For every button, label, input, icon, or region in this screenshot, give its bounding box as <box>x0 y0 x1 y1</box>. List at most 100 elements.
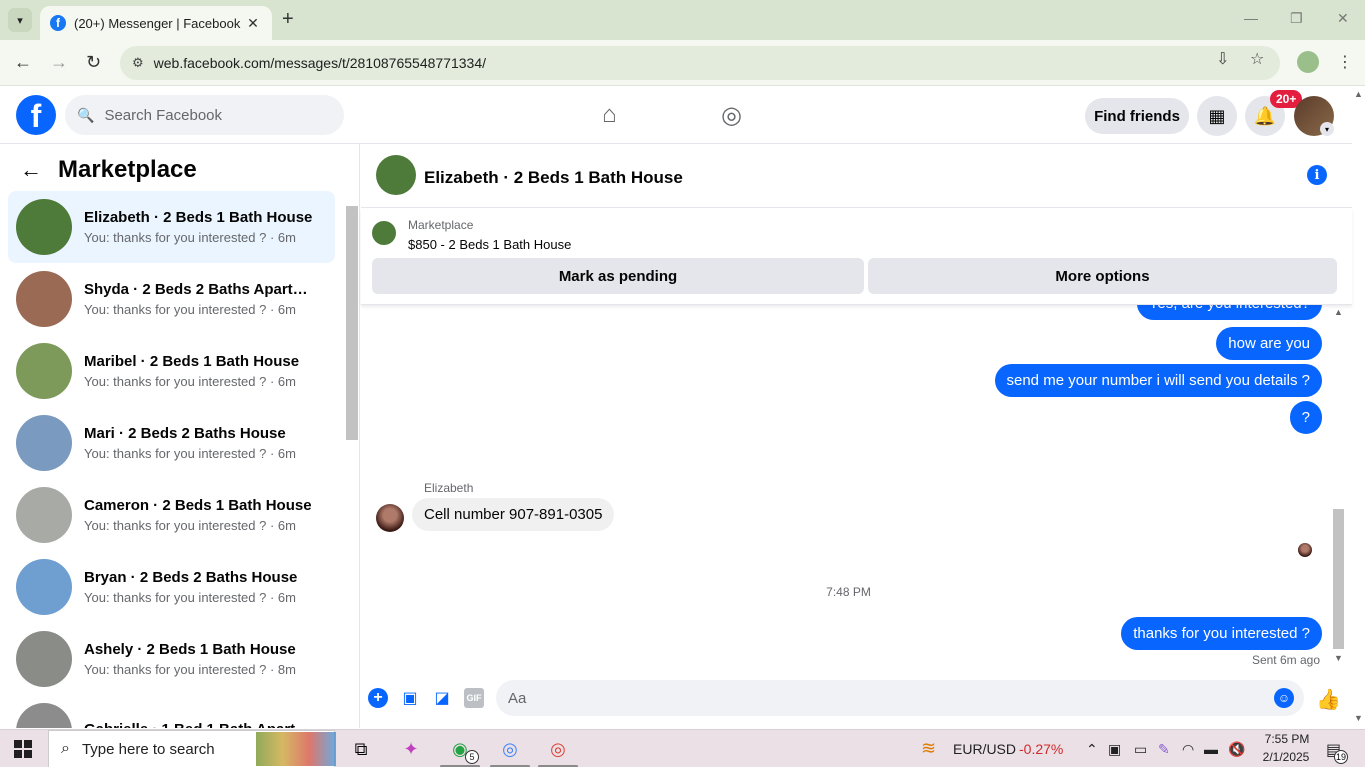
outgoing-message[interactable]: how are you <box>1216 327 1322 360</box>
scroll-down-arrow-icon[interactable]: ▼ <box>1334 653 1343 663</box>
groups-icon[interactable]: ◎ <box>721 101 742 130</box>
mark-as-pending-button[interactable]: Mark as pending <box>372 258 864 294</box>
clock-date[interactable]: 2/1/2025 <box>1258 750 1314 764</box>
page-scroll-down-icon[interactable]: ▼ <box>1354 713 1363 723</box>
listing-label: Marketplace <box>408 218 474 232</box>
browser-tab-active[interactable]: f (20+) Messenger | Facebook ✕ <box>40 6 272 40</box>
tab-list-button[interactable]: ▾ <box>8 8 32 32</box>
volume-muted-icon[interactable]: 🔇 <box>1228 741 1245 758</box>
outgoing-message[interactable]: thanks for you interested ? <box>1121 617 1322 650</box>
install-app-icon[interactable]: ⇩ <box>1216 49 1229 69</box>
incoming-message[interactable]: Cell number 907-891-0305 <box>412 498 615 531</box>
conversation-item[interactable]: Shyda · 2 Beds 2 Baths Apartme... You: th… <box>8 263 335 335</box>
copilot-icon[interactable]: ✦ <box>398 736 424 762</box>
close-window-button[interactable]: ✕ <box>1337 10 1349 27</box>
browser-tab-bar: ▾ f (20+) Messenger | Facebook ✕ + — ❐ ✕ <box>0 0 1365 40</box>
stocks-widget-icon[interactable]: ≋ <box>921 738 936 759</box>
fx-change[interactable]: -0.27% <box>1019 741 1063 757</box>
conversation-list: Elizabeth · 2 Beds 1 Bath House You: than… <box>8 191 335 728</box>
conversation-text: Maribel · 2 Beds 1 Bath House You: thanks… <box>84 353 319 389</box>
listing-price[interactable]: $850 - 2 Beds 1 Bath House <box>408 237 571 252</box>
forward-button[interactable]: → <box>50 52 68 73</box>
conversation-item[interactable]: Mari · 2 Beds 2 Baths House You: thanks f… <box>8 407 335 479</box>
restore-button[interactable]: ❐ <box>1290 10 1303 27</box>
battery-icon[interactable]: ▬ <box>1204 741 1218 757</box>
browser-menu-icon[interactable]: ⋮ <box>1337 52 1353 72</box>
emoji-icon[interactable]: ☺ <box>1274 688 1294 708</box>
taskbar-search-placeholder: Type here to search <box>81 740 215 758</box>
menu-grid-icon[interactable]: ▦ <box>1197 96 1237 136</box>
chat-title[interactable]: Elizabeth · 2 Beds 1 Bath House <box>424 168 683 188</box>
back-arrow-icon[interactable]: ← <box>20 157 42 183</box>
browser-profile-avatar[interactable] <box>1297 51 1319 73</box>
conversation-item[interactable]: Elizabeth · 2 Beds 1 Bath House You: than… <box>8 191 335 263</box>
show-hidden-icons-icon[interactable]: ⌃ <box>1086 741 1098 758</box>
listing-thumbnail[interactable] <box>376 155 416 195</box>
sidebar-scroll-thumb[interactable] <box>346 206 358 440</box>
chat-panel: Elizabeth · 2 Beds 1 Bath House i Market… <box>361 144 1352 728</box>
sidebar-scrollbar[interactable] <box>344 194 358 724</box>
back-button[interactable]: ← <box>14 52 32 73</box>
conversation-item[interactable]: Maribel · 2 Beds 1 Bath House You: thanks… <box>8 335 335 407</box>
windows-start-icon[interactable] <box>14 740 32 758</box>
plus-icon[interactable]: + <box>368 688 388 708</box>
fx-pair[interactable]: EUR/USD <box>953 741 1016 757</box>
conversation-thumbnail <box>16 631 72 687</box>
listing-small-thumbnail[interactable] <box>372 221 396 245</box>
sticker-icon[interactable]: ◪ <box>432 688 452 708</box>
clock-time[interactable]: 7:55 PM <box>1262 732 1312 746</box>
page-scroll-up-icon[interactable]: ▲ <box>1354 89 1363 99</box>
facebook-logo[interactable]: f <box>16 95 56 135</box>
message-input[interactable]: Aa ☺ <box>496 680 1304 716</box>
page-scrollbar[interactable]: ▲ ▼ <box>1352 87 1365 728</box>
sender-avatar[interactable] <box>376 504 404 532</box>
new-tab-button[interactable]: + <box>282 8 294 31</box>
gif-icon[interactable]: GIF <box>464 688 484 708</box>
conversation-item[interactable]: Ashely · 2 Beds 1 Bath House You: thanks … <box>8 623 335 695</box>
conversation-thumbnail <box>16 415 72 471</box>
home-icon[interactable]: ⌂ <box>602 101 617 129</box>
outgoing-message[interactable]: ? <box>1289 401 1322 434</box>
pen-icon[interactable]: ✎ <box>1158 741 1170 758</box>
minimize-button[interactable]: — <box>1244 10 1258 26</box>
conversation-thumbnail <box>16 487 72 543</box>
listing-banner: Marketplace $850 - 2 Beds 1 Bath House M… <box>361 209 1352 305</box>
task-view-icon[interactable]: ⧉ <box>348 736 374 762</box>
camera-icon[interactable]: ▭ <box>1134 741 1147 758</box>
chrome-profile-icon[interactable]: ◎ <box>545 736 571 762</box>
chrome-icon[interactable]: ◎ <box>497 736 523 762</box>
conversation-text: Shyda · 2 Beds 2 Baths Apartme... You: th… <box>84 281 319 317</box>
outgoing-message[interactable]: send me your number i will send you deta… <box>994 364 1322 397</box>
conversation-name: Ashely · 2 Beds 1 Bath House <box>84 641 296 658</box>
conversation-text: Ashely · 2 Beds 1 Bath House You: thanks … <box>84 641 319 677</box>
more-options-button[interactable]: More options <box>868 258 1337 294</box>
chevron-down-icon[interactable]: ▾ <box>1320 122 1334 136</box>
meet-now-icon[interactable]: ▣ <box>1108 741 1121 758</box>
search-highlight-image[interactable] <box>256 732 336 766</box>
info-icon[interactable]: i <box>1307 165 1327 185</box>
chat-scrollbar[interactable]: ▲ ▼ <box>1331 307 1345 667</box>
wifi-icon[interactable]: ◠ <box>1182 741 1194 758</box>
find-friends-button[interactable]: Find friends <box>1085 98 1189 134</box>
conversation-item[interactable]: Cameron · 2 Beds 1 Bath House You: thanks… <box>8 479 335 551</box>
conversation-text: Cameron · 2 Beds 1 Bath House You: thanks… <box>84 497 319 533</box>
conversation-preview: You: thanks for you interested ? · 8m <box>84 662 296 677</box>
omnibox[interactable]: ⚙ web.facebook.com/messages/t/2810876554… <box>120 46 1280 80</box>
photo-icon[interactable]: ▣ <box>400 688 420 708</box>
outgoing-message[interactable]: Yes, are you interested? <box>1136 305 1322 320</box>
conversation-preview: You: thanks for you interested ? · 6m <box>84 446 296 461</box>
conversation-text: Gabrielle · 1 Bed 1 Bath Apartme... <box>84 721 319 729</box>
thumbs-up-icon[interactable]: 👍 <box>1316 687 1341 712</box>
conversation-item[interactable]: Gabrielle · 1 Bed 1 Bath Apartme... <box>8 695 335 728</box>
chat-scroll-thumb[interactable] <box>1333 509 1344 649</box>
bookmark-star-icon[interactable]: ☆ <box>1250 49 1264 69</box>
reload-button[interactable]: ↻ <box>86 52 101 73</box>
conversation-thumbnail <box>16 199 72 255</box>
facebook-search-input[interactable]: 🔍 Search Facebook <box>65 95 344 135</box>
conversation-preview: You: thanks for you interested ? · 6m <box>84 374 296 389</box>
site-info-icon[interactable]: ⚙ <box>132 55 144 71</box>
tab-title: (20+) Messenger | Facebook <box>74 15 241 31</box>
close-tab-icon[interactable]: ✕ <box>244 15 262 32</box>
conversation-item[interactable]: Bryan · 2 Beds 2 Baths House You: thanks … <box>8 551 335 623</box>
scroll-up-arrow-icon[interactable]: ▲ <box>1334 307 1343 317</box>
